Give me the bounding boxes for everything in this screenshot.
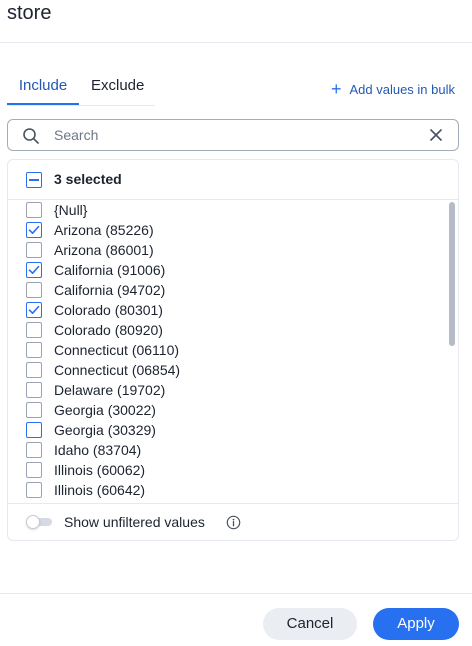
item-label: Illinois (60062): [54, 462, 146, 478]
list-item[interactable]: Georgia (30022): [8, 400, 448, 420]
indeterminate-icon: [29, 179, 39, 181]
checkmark-icon: [28, 265, 40, 274]
search-input[interactable]: [52, 124, 412, 146]
apply-button[interactable]: Apply: [373, 608, 459, 640]
plus-icon: +: [330, 79, 342, 99]
tab-include[interactable]: Include: [7, 70, 79, 104]
show-unfiltered-toggle[interactable]: [26, 515, 52, 529]
item-checkbox[interactable]: [26, 242, 42, 258]
select-all-checkbox[interactable]: [26, 172, 42, 188]
item-checkbox[interactable]: [26, 262, 42, 278]
list-item[interactable]: Connecticut (06110): [8, 340, 448, 360]
list-item[interactable]: Delaware (19702): [8, 380, 448, 400]
unfiltered-values-row: Show unfiltered values: [8, 503, 458, 540]
list-item[interactable]: Colorado (80301): [8, 300, 448, 320]
item-checkbox[interactable]: [26, 202, 42, 218]
active-tab-indicator: [7, 103, 79, 105]
info-icon[interactable]: [226, 515, 241, 530]
list-item[interactable]: Idaho (83704): [8, 440, 448, 460]
item-label: Connecticut (06110): [54, 342, 180, 358]
item-label: Arizona (86001): [54, 242, 154, 258]
footer-divider: [0, 593, 472, 594]
checkmark-icon: [28, 225, 40, 234]
list-item[interactable]: Georgia (30329): [8, 420, 448, 440]
item-label: {Null}: [54, 202, 88, 218]
values-list: {Null} Arizona (85226) Arizona (86001) Cali…: [8, 200, 448, 502]
item-checkbox[interactable]: [26, 402, 42, 418]
list-item[interactable]: Arizona (85226): [8, 220, 448, 240]
item-label: California (94702): [54, 282, 166, 298]
selected-count: 3 selected: [54, 171, 122, 187]
tab-bar: Include Exclude: [7, 70, 155, 106]
page-title: store: [7, 2, 52, 24]
tab-exclude[interactable]: Exclude: [91, 70, 144, 104]
add-values-in-bulk-label: Add values in bulk: [349, 81, 455, 97]
list-item[interactable]: Illinois (60062): [8, 460, 448, 480]
toggle-knob: [26, 515, 40, 529]
item-label: Illinois (60642): [54, 482, 146, 498]
header-divider: [0, 42, 472, 43]
item-checkbox[interactable]: [26, 442, 42, 458]
checkmark-icon: [28, 305, 40, 314]
close-icon[interactable]: [430, 129, 442, 141]
scrollbar-thumb[interactable]: [449, 202, 455, 346]
list-item[interactable]: {Null}: [8, 200, 448, 220]
item-label: Colorado (80920): [54, 322, 163, 338]
item-checkbox[interactable]: [26, 302, 42, 318]
select-all-row: 3 selected: [8, 160, 458, 200]
item-checkbox[interactable]: [26, 422, 42, 438]
item-label: Delaware (19702): [54, 382, 166, 398]
item-label: California (91006): [54, 262, 166, 278]
list-item[interactable]: Colorado (80920): [8, 320, 448, 340]
item-checkbox[interactable]: [26, 342, 42, 358]
item-label: Colorado (80301): [54, 302, 163, 318]
item-label: Arizona (85226): [54, 222, 154, 238]
values-list-panel: 3 selected {Null} Arizona (85226) Arizona …: [7, 159, 459, 541]
item-checkbox[interactable]: [26, 222, 42, 238]
list-item[interactable]: Arizona (86001): [8, 240, 448, 260]
list-item[interactable]: California (91006): [8, 260, 448, 280]
add-values-in-bulk-button[interactable]: + Add values in bulk: [331, 80, 455, 98]
search-box: [7, 119, 459, 151]
item-label: Connecticut (06854): [54, 362, 181, 378]
item-checkbox[interactable]: [26, 482, 42, 498]
item-label: Georgia (30022): [54, 402, 156, 418]
item-label: Idaho (83704): [54, 442, 142, 458]
show-unfiltered-label: Show unfiltered values: [64, 514, 205, 530]
item-checkbox[interactable]: [26, 282, 42, 298]
list-item[interactable]: Connecticut (06854): [8, 360, 448, 380]
item-checkbox[interactable]: [26, 322, 42, 338]
list-item[interactable]: Illinois (60642): [8, 480, 448, 500]
scrollbar[interactable]: [448, 200, 456, 502]
item-checkbox[interactable]: [26, 382, 42, 398]
cancel-button[interactable]: Cancel: [263, 608, 357, 640]
item-checkbox[interactable]: [26, 362, 42, 378]
item-checkbox[interactable]: [26, 462, 42, 478]
search-icon: [23, 128, 39, 144]
list-item[interactable]: California (94702): [8, 280, 448, 300]
item-label: Georgia (30329): [54, 422, 156, 438]
